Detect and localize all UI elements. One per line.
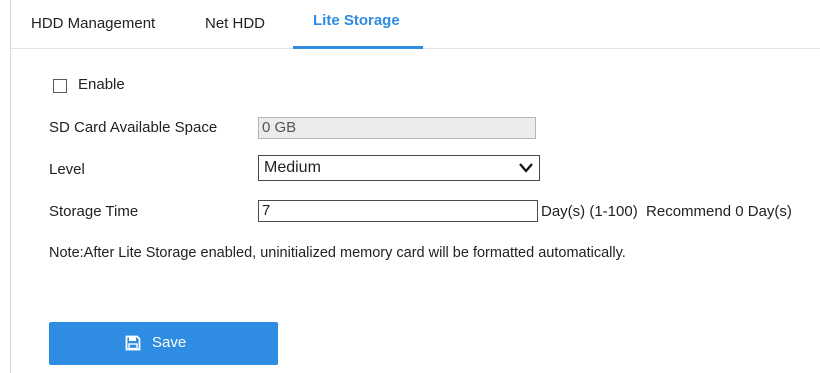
sd-space-label: SD Card Available Space bbox=[49, 119, 218, 136]
save-button[interactable]: Save bbox=[49, 322, 278, 365]
tab-bar: HDD Management Net HDD Lite Storage bbox=[11, 0, 820, 49]
level-selected-value: Medium bbox=[264, 159, 321, 176]
format-note: Note:After Lite Storage enabled, uniniti… bbox=[49, 245, 626, 261]
active-tab-indicator bbox=[293, 46, 423, 49]
sd-space-field: 0 GB bbox=[258, 117, 536, 139]
storage-time-label: Storage Time bbox=[49, 203, 139, 220]
tab-net-hdd[interactable]: Net HDD bbox=[205, 0, 265, 48]
chevron-down-icon bbox=[519, 163, 533, 173]
level-select[interactable]: Medium bbox=[258, 155, 540, 181]
enable-label: Enable bbox=[78, 76, 125, 93]
floppy-disk-icon bbox=[125, 335, 141, 351]
lite-storage-panel: HDD Management Net HDD Lite Storage Enab… bbox=[10, 0, 820, 373]
storage-time-input[interactable]: 7 bbox=[258, 200, 538, 222]
enable-checkbox[interactable] bbox=[53, 79, 67, 93]
save-label: Save bbox=[152, 334, 187, 351]
tab-hdd-management[interactable]: HDD Management bbox=[31, 0, 155, 48]
tab-lite-storage[interactable]: Lite Storage bbox=[313, 0, 400, 48]
storage-time-hint: Day(s) (1-100) Recommend 0 Day(s) bbox=[541, 203, 792, 220]
level-label: Level bbox=[49, 161, 85, 178]
